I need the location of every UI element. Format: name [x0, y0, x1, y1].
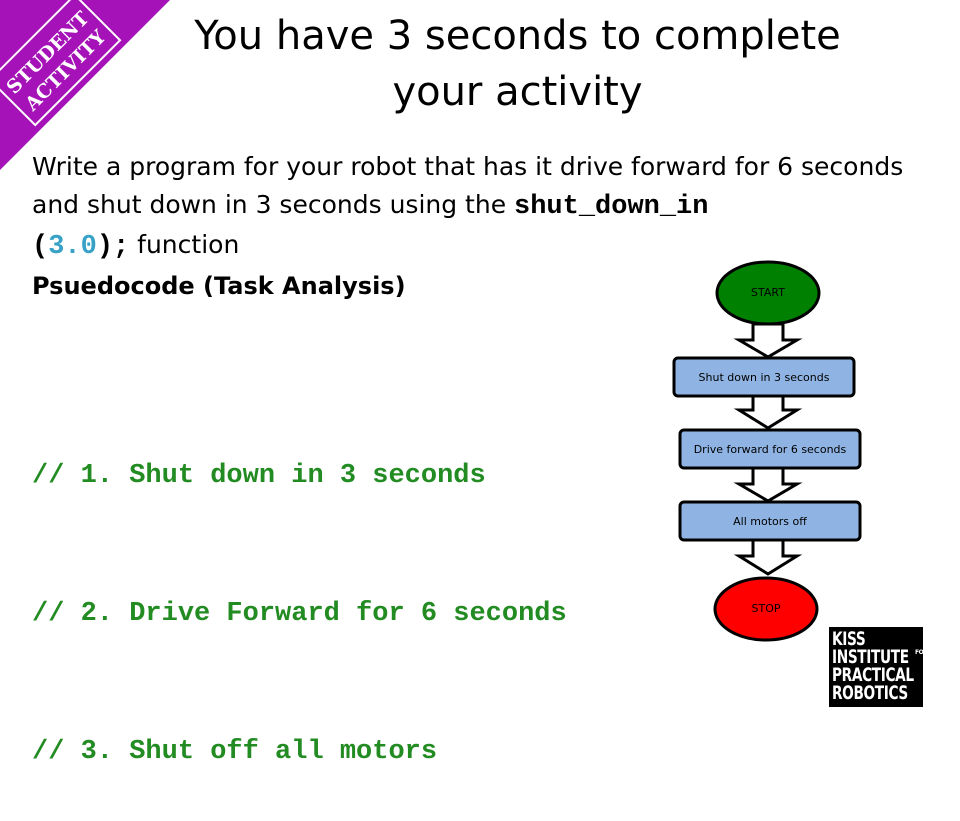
- pseudocode-list: // 1. Shut down in 3 seconds // 2. Drive…: [32, 361, 567, 821]
- pseudocode-heading: Psuedocode (Task Analysis): [32, 272, 406, 300]
- code-argument: 3.0: [48, 232, 97, 262]
- flowchart-step-1-label: Shut down in 3 seconds: [698, 371, 830, 384]
- title-line-2: your activity: [392, 69, 643, 115]
- instructions: Write a program for your robot that has …: [32, 148, 912, 266]
- instructions-text: Write a program for your robot that has …: [32, 152, 904, 219]
- pseudocode-line-1: // 1. Shut down in 3 seconds: [32, 461, 486, 491]
- slide-title: You have 3 seconds to complete your acti…: [150, 8, 885, 120]
- flowchart-stop-label: STOP: [751, 602, 781, 615]
- student-activity-banner: STUDENT ACTIVITY: [0, 0, 170, 170]
- flowchart-step-2-label: Drive forward for 6 seconds: [693, 443, 847, 456]
- code-close-paren: );: [96, 232, 130, 262]
- flowchart-arrow-1: [733, 322, 803, 359]
- flowchart-arrow-3: [733, 466, 803, 503]
- flowchart: START Shut down in 3 seconds Drive forwa…: [660, 256, 880, 648]
- logo-line-4: ROBOTICS: [832, 682, 908, 704]
- title-line-1: You have 3 seconds to complete: [194, 13, 841, 59]
- flowchart-arrow-4: [733, 538, 803, 576]
- logo-for: FOR: [915, 649, 928, 656]
- kiss-institute-logo: KISS INSTITUTE FOR PRACTICAL ROBOTICS: [829, 627, 928, 707]
- instructions-text-after: function: [129, 230, 240, 259]
- flowchart-start-label: START: [751, 286, 785, 299]
- pseudocode-line-2: // 2. Drive Forward for 6 seconds: [32, 599, 567, 629]
- flowchart-step-3-label: All motors off: [733, 515, 807, 528]
- flowchart-arrow-2: [733, 394, 803, 430]
- code-function-name: shut_down_in: [514, 192, 709, 222]
- pseudocode-line-3: // 3. Shut off all motors: [32, 737, 438, 767]
- code-open-paren: (: [32, 232, 49, 262]
